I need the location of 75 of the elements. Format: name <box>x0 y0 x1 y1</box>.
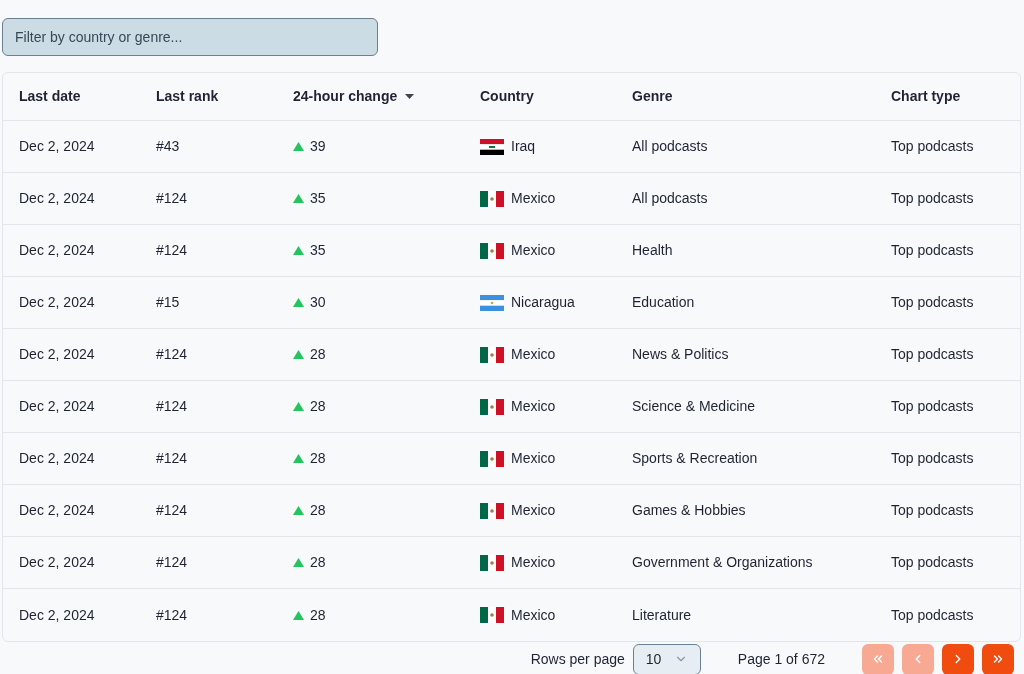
table-cell-text: 28 <box>310 397 326 416</box>
column-header[interactable]: Last rank <box>156 86 219 107</box>
table-cell: Top podcasts <box>891 242 974 258</box>
table-cell-text: 35 <box>310 189 326 208</box>
table-cell-text: Mexico <box>511 241 556 260</box>
table-cell-text: Mexico <box>511 449 556 468</box>
table-cell-text: 28 <box>310 553 326 572</box>
table-cell: #124 <box>156 398 188 414</box>
table-cell: Sports & Recreation <box>632 450 758 466</box>
table-cell-text: 35 <box>310 241 326 260</box>
table-cell-text: 28 <box>310 501 326 520</box>
table-cell: #124 <box>156 502 188 518</box>
table-cell: Dec 2, 2024 <box>19 190 95 206</box>
column-header[interactable]: Genre <box>632 86 673 107</box>
table-cell-text: Iraq <box>511 137 536 156</box>
table-cell: #15 <box>156 294 180 310</box>
table-cell: Dec 2, 2024 <box>19 346 95 362</box>
table-cell: Literature <box>632 606 692 623</box>
table-cell: Top podcasts <box>891 346 974 362</box>
table-cell: Top podcasts <box>891 450 974 466</box>
table-cell: #124 <box>156 450 188 466</box>
column-header[interactable]: Last date <box>19 86 81 107</box>
sort-caret-icon[interactable] <box>405 94 415 99</box>
table-cell: Dec 2, 2024 <box>19 606 95 623</box>
table-cell: Top podcasts <box>891 294 974 310</box>
table-cell-text: 30 <box>310 293 326 312</box>
table-cell-text: 28 <box>310 345 326 364</box>
table-cell: Top podcasts <box>891 606 974 623</box>
table-cell-text: Mexico <box>511 605 556 625</box>
table-cell: Education <box>632 294 695 310</box>
table-cell: Top podcasts <box>891 502 974 518</box>
table-cell: Dec 2, 2024 <box>19 554 95 570</box>
table-cell-text: Mexico <box>511 397 556 416</box>
column-header[interactable]: 24-hour change <box>293 86 398 107</box>
table-cell-text: 39 <box>310 137 326 156</box>
table-cell: #43 <box>156 138 180 154</box>
table-cell: Dec 2, 2024 <box>19 502 95 518</box>
table-cell: Science & Medicine <box>632 398 755 414</box>
table-cell-text: Nicaragua <box>511 293 575 312</box>
table-cell: Dec 2, 2024 <box>19 294 95 310</box>
pagination-button[interactable] <box>982 643 1014 674</box>
filter-field[interactable]: Filter by country or genre... <box>2 18 378 56</box>
table-cell: Dec 2, 2024 <box>19 242 95 258</box>
column-header[interactable]: Chart type <box>891 86 961 107</box>
table-cell-text: 28 <box>310 605 326 625</box>
table-cell: #124 <box>156 346 188 362</box>
table-cell: Dec 2, 2024 <box>19 138 95 154</box>
table-cell: Dec 2, 2024 <box>19 450 95 466</box>
table-cell-text: Mexico <box>511 501 556 520</box>
table-cell: All podcasts <box>632 190 708 206</box>
page-indicator: Page 1 of 672 <box>737 649 825 669</box>
pagination-button[interactable] <box>942 643 974 674</box>
table-cell-text: 28 <box>310 449 326 468</box>
double-right-chevron-icon <box>991 652 1005 666</box>
table-cell: Top podcasts <box>891 554 974 570</box>
rows-per-page-label: Rows per page <box>530 649 625 669</box>
table-cell-text: Mexico <box>511 345 556 364</box>
table-cell-text: Mexico <box>511 189 556 208</box>
table-cell: Games & Hobbies <box>632 502 746 518</box>
table-cell-text: Mexico <box>511 553 556 572</box>
table-cell: #124 <box>156 242 188 258</box>
table-cell: Government & Organizations <box>632 554 813 570</box>
table-cell: #124 <box>156 190 188 206</box>
table-cell: #124 <box>156 554 188 570</box>
table-cell: All podcasts <box>632 138 708 154</box>
table-cell: Top podcasts <box>891 190 974 206</box>
table-cell: News & Politics <box>632 346 729 362</box>
column-header[interactable]: Country <box>480 86 534 107</box>
rows-per-page-select[interactable]: 10 <box>632 643 701 674</box>
table-cell: Top podcasts <box>891 398 974 414</box>
table-cell: Health <box>632 242 673 258</box>
double-left-chevron-icon <box>871 652 885 666</box>
table-cell: #124 <box>156 606 188 623</box>
table-cell: Top podcasts <box>891 138 974 154</box>
table-cell: Dec 2, 2024 <box>19 398 95 414</box>
